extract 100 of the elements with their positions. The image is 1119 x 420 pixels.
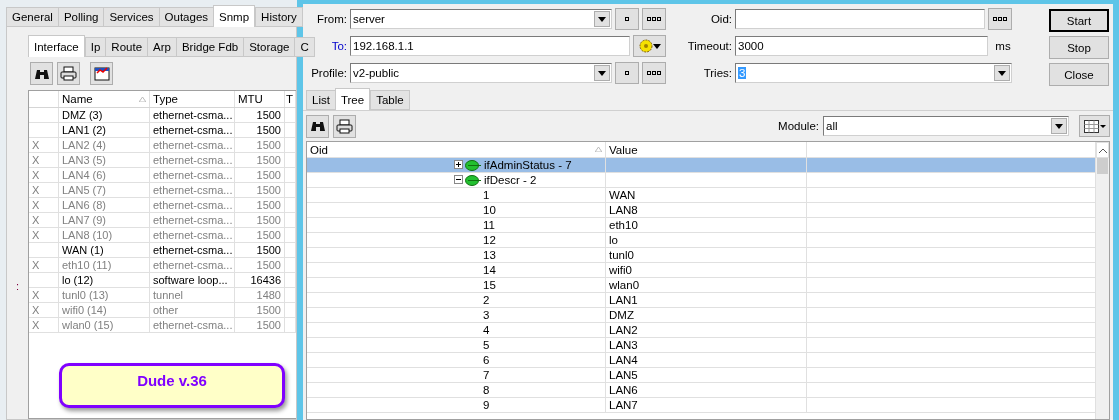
column-header[interactable]: Type xyxy=(150,91,235,107)
tab[interactable]: Outages xyxy=(158,7,215,27)
tab[interactable]: Table xyxy=(370,90,410,110)
tree-row[interactable]: ifDescr - 2 xyxy=(307,173,1095,188)
tab[interactable]: Arp xyxy=(147,37,177,57)
small-button[interactable] xyxy=(615,8,639,30)
table-cell: 1500 xyxy=(235,168,285,182)
tree-cell: 12 xyxy=(307,233,606,247)
column-header[interactable]: MTU xyxy=(235,91,285,107)
column-header[interactable]: Oid xyxy=(307,142,606,157)
find-button[interactable] xyxy=(30,62,53,85)
dropdown-field[interactable]: server xyxy=(350,9,612,29)
browse-button[interactable] xyxy=(988,8,1012,30)
tree-row[interactable]: 1 WAN xyxy=(307,188,1095,203)
tab[interactable]: Bridge Fdb xyxy=(175,37,245,57)
input-field[interactable] xyxy=(735,9,985,29)
table-cell: wifi0 (14) xyxy=(59,303,150,317)
action-button[interactable]: Start xyxy=(1049,9,1109,32)
field-link[interactable]: To: xyxy=(331,40,347,52)
table-cell: 1500 xyxy=(235,183,285,197)
gutter-mark: : xyxy=(15,280,20,292)
table-cell: LAN2 (4) xyxy=(59,138,150,152)
tree-row[interactable]: 15 wlan0 xyxy=(307,278,1095,293)
table-cell: LAN5 (7) xyxy=(59,183,150,197)
tree-row[interactable]: 2 LAN1 xyxy=(307,293,1095,308)
tab[interactable]: Ip xyxy=(84,37,107,57)
tab[interactable]: C xyxy=(294,37,315,57)
tab[interactable]: Snmp xyxy=(213,5,256,27)
table-cell: ethernet-csma... xyxy=(150,213,235,227)
ellipsis-icon xyxy=(993,17,1007,21)
tree-row[interactable]: 3 DMZ xyxy=(307,308,1095,323)
table-cell: 1500 xyxy=(235,318,285,332)
tree-row[interactable]: 10 LAN8 xyxy=(307,203,1095,218)
tab[interactable]: Storage xyxy=(243,37,296,57)
table-cell: LAN6 (8) xyxy=(59,198,150,212)
input-field[interactable]: 3000 xyxy=(735,36,988,56)
table-cell: 1500 xyxy=(235,153,285,167)
tab[interactable]: Tree xyxy=(334,88,371,110)
column-header[interactable]: Name xyxy=(59,91,150,107)
tree-cell: 13 xyxy=(307,248,606,262)
dropdown-field[interactable]: all xyxy=(823,116,1069,136)
tree-cell: LAN5 xyxy=(606,368,807,382)
action-button[interactable]: Close xyxy=(1049,63,1109,86)
sort-arrow-icon xyxy=(139,96,146,102)
tree-cell: DMZ xyxy=(606,308,807,322)
dropdown-arrow-icon xyxy=(598,70,606,76)
field-label: Profile: xyxy=(311,67,347,79)
tree-row[interactable]: 13 tunl0 xyxy=(307,248,1095,263)
tree-node[interactable]: ifDescr - 2 xyxy=(307,173,606,187)
scroll-up-button[interactable] xyxy=(1096,142,1109,158)
small-button[interactable] xyxy=(615,62,639,84)
find-button[interactable] xyxy=(306,114,329,138)
field-label: Oid: xyxy=(710,13,732,25)
dropdown-field[interactable]: v2-public xyxy=(350,63,612,83)
tab[interactable]: Services xyxy=(103,7,160,27)
tree-cell: wlan0 xyxy=(606,278,807,292)
browse-button[interactable] xyxy=(642,8,666,30)
collapse-icon[interactable] xyxy=(454,175,463,184)
ellipsis-icon xyxy=(647,17,661,21)
input-field[interactable]: 192.168.1.1 xyxy=(350,36,630,56)
print-button[interactable] xyxy=(57,62,80,85)
tree-row[interactable]: 9 LAN7 xyxy=(307,398,1095,413)
tree-cell: LAN1 xyxy=(606,293,807,307)
tree-row[interactable]: 6 LAN4 xyxy=(307,353,1095,368)
tree-row[interactable]: 11 eth10 xyxy=(307,218,1095,233)
tab[interactable]: Route xyxy=(105,37,149,57)
tree-row[interactable]: 5 LAN3 xyxy=(307,338,1095,353)
tree-node[interactable]: ifAdminStatus - 7 xyxy=(307,158,606,172)
browse-button[interactable] xyxy=(642,62,666,84)
tree-row[interactable]: 8 LAN6 xyxy=(307,383,1095,398)
tab[interactable]: History xyxy=(255,7,303,27)
tree-row[interactable]: 4 LAN2 xyxy=(307,323,1095,338)
unit-label: ms xyxy=(994,40,1012,52)
table-cell: 1500 xyxy=(235,198,285,212)
column-header[interactable]: Value xyxy=(606,142,807,157)
tree-row[interactable]: 14 wifi0 xyxy=(307,263,1095,278)
table-cell: ethernet-csma... xyxy=(150,138,235,152)
tools-dropdown-button[interactable] xyxy=(633,35,666,57)
tab[interactable]: List xyxy=(306,90,336,110)
column-header[interactable]: T xyxy=(285,91,296,107)
tree-row[interactable]: 7 LAN5 xyxy=(307,368,1095,383)
table-cell: X xyxy=(29,183,59,197)
table-cell: 16436 xyxy=(235,273,285,287)
tab[interactable]: Interface xyxy=(28,35,85,57)
expand-icon[interactable] xyxy=(454,160,463,169)
tree-row[interactable]: ifAdminStatus - 7 xyxy=(307,158,1095,173)
action-button[interactable]: Stop xyxy=(1049,36,1109,59)
columns-button[interactable] xyxy=(90,62,113,85)
tree-cell: eth10 xyxy=(606,218,807,232)
tree-row[interactable]: 12 lo xyxy=(307,233,1095,248)
table-cell: other xyxy=(150,303,235,317)
tree-cell: 14 xyxy=(307,263,606,277)
tab[interactable]: Polling xyxy=(57,7,105,27)
scroll-up-icon[interactable] xyxy=(1098,147,1107,153)
gear-icon xyxy=(638,39,653,53)
print-button[interactable] xyxy=(333,114,356,138)
table-cell: 1500 xyxy=(235,303,285,317)
columns-button[interactable] xyxy=(1079,115,1110,137)
tab[interactable]: General xyxy=(6,7,59,27)
scroll-thumb[interactable] xyxy=(1097,158,1108,174)
